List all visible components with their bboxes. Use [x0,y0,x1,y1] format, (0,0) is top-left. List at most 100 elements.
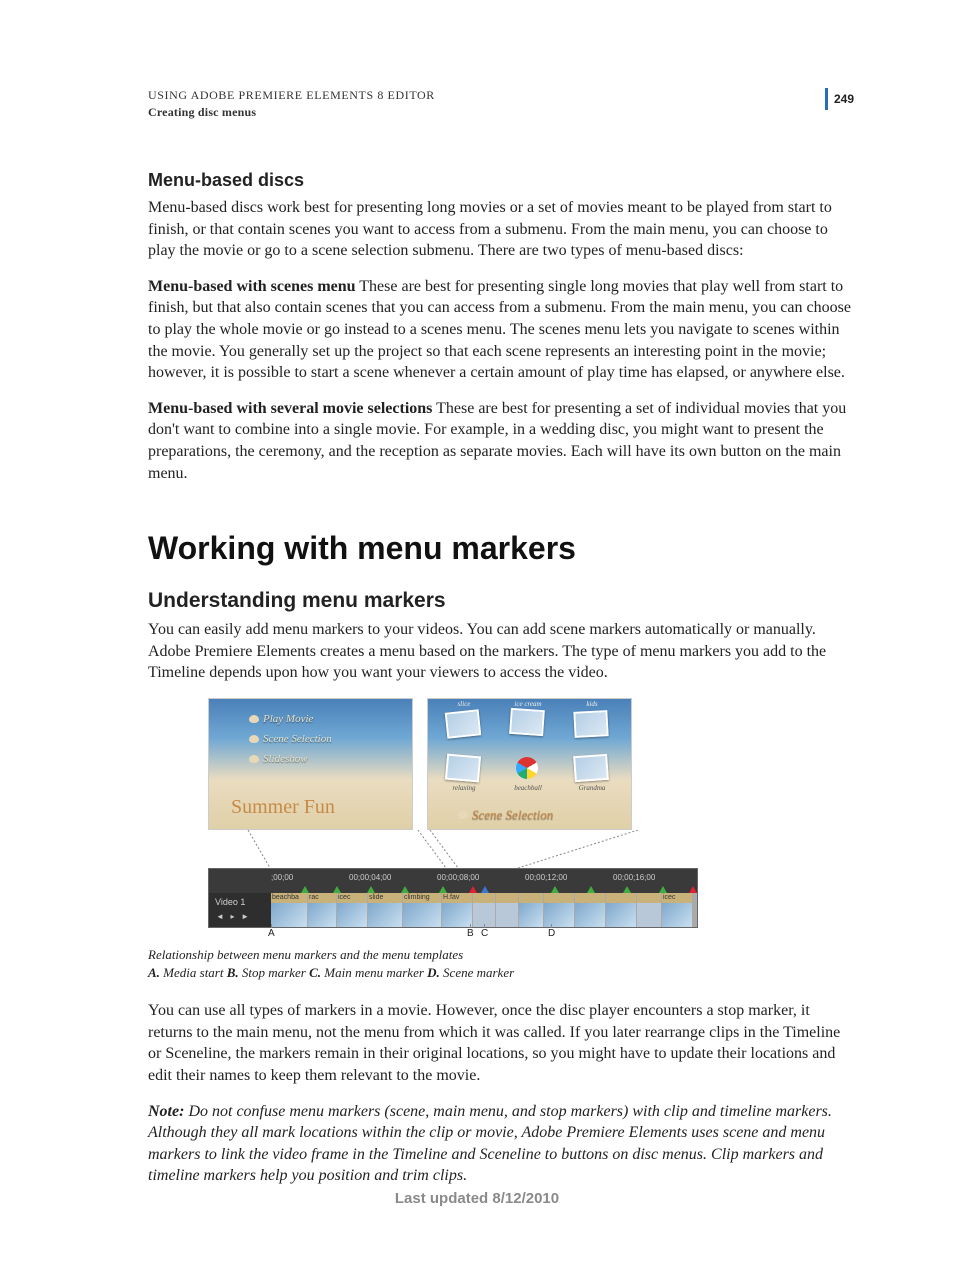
timecode-3: 00;00;12;00 [525,873,567,882]
clip [606,893,636,927]
main-menu-item-scene-selection: Scene Selection [249,733,332,745]
scene-thumb-6 [573,754,609,782]
caption-C-label: C. [309,965,321,980]
caption-D-label: D. [427,965,440,980]
para-understanding-1: You can easily add menu markers to your … [148,619,854,684]
shell-icon [249,735,259,743]
page: USING ADOBE PREMIERE ELEMENTS 8 EDITOR C… [0,0,954,1261]
scene-marker-icon [301,886,309,893]
clip-label: beachba [271,893,307,903]
clip-label: rac [308,893,336,903]
track-label-text: Video 1 [215,897,267,907]
timecode-1: 00;00;04;00 [349,873,391,882]
clip-label [496,893,518,903]
main-menu-item-slideshow-label: Slideshow [263,753,308,765]
header-title: USING ADOBE PREMIERE ELEMENTS 8 EDITOR [148,88,435,103]
scene-thumb-4 [445,753,481,782]
clip-strip: beachba rac icec slide climbing H.fav [271,893,697,927]
heading-understanding-menu-markers: Understanding menu markers [148,589,854,613]
scene-thumb-3 [573,710,608,738]
next-frame-icon: ► [240,913,250,921]
figure-scene-menu: slice ice cream kids relaxing beachball … [427,698,632,830]
stop-marker-icon [689,886,697,893]
page-number: 249 [834,92,854,106]
figure-menu-markers: Play Movie Scene Selection Slideshow Sum… [148,698,854,982]
clip [496,893,518,927]
para-mbd-intro: Menu-based discs work best for presentin… [148,197,854,262]
stop-marker-icon [469,886,477,893]
timeline-tracks: Video 1 ◄ ▸ ► beachba rac icec slide cli… [209,893,697,927]
shell-icon [458,811,468,819]
caption-C-text: Main menu marker [321,965,427,980]
page-number-bar [825,88,828,110]
scene-marker-icon [439,886,447,893]
shell-icon [249,755,259,763]
timeline-ruler: ;00;00 00;00;04;00 00;00;08;00 00;00;12;… [209,869,697,893]
connector-lines-icon [208,830,698,868]
footer-last-updated: Last updated 8/12/2010 [0,1190,954,1207]
clip: rac [308,893,336,927]
scene-marker-icon [367,886,375,893]
main-menu-item-play: Play Movie [249,713,313,725]
para-understanding-2: You can use all types of markers in a mo… [148,1000,854,1086]
clip-label: icec [337,893,367,903]
figure-letter-row: A B C D [208,928,698,942]
main-menu-item-slideshow: Slideshow [249,753,308,765]
timecode-0: ;00;00 [271,873,293,882]
scene-thumb-4-label: relaxing [444,784,484,792]
scene-menu-title-label: Scene Selection [472,807,553,823]
figure-connectors [208,830,698,868]
scene-marker-icon [333,886,341,893]
main-menu-title: Summer Fun [231,796,335,819]
caption-A-text: Media start [160,965,227,980]
clip: beachba [271,893,307,927]
page-number-wrap: 249 [825,88,854,110]
clip-label: slide [368,893,402,903]
clip-label: climbing [403,893,441,903]
clip-label [519,893,543,903]
clip: slide [368,893,402,927]
figure-main-menu: Play Movie Scene Selection Slideshow Sum… [208,698,413,830]
clip: climbing [403,893,441,927]
heading-menu-based-discs: Menu-based discs [148,170,854,191]
caption-B-text: Stop marker [239,965,309,980]
scene-thumb-3-label: kids [572,700,612,708]
main-menu-item-play-label: Play Movie [263,713,313,725]
scene-thumb-5-label: beachball [508,784,548,792]
clip-label: H.fav [442,893,472,903]
figure-menus-row: Play Movie Scene Selection Slideshow Sum… [208,698,698,830]
caption-line1: Relationship between menu markers and th… [148,947,463,962]
clip-label [575,893,605,903]
scene-marker-icon [659,886,667,893]
scene-thumb-2 [509,708,545,736]
para-note: Note: Do not confuse menu markers (scene… [148,1101,854,1187]
header-left: USING ADOBE PREMIERE ELEMENTS 8 EDITOR C… [148,88,435,120]
clip [637,893,661,927]
clip-label [473,893,495,903]
scene-marker-icon [587,886,595,893]
note-text: Do not confuse menu markers (scene, main… [148,1103,832,1185]
timecode-2: 00;00;08;00 [437,873,479,882]
clip [519,893,543,927]
track-label: Video 1 ◄ ▸ ► [209,893,271,927]
scene-marker-icon [551,886,559,893]
scene-menu-title: Scene Selection [458,807,553,823]
figure-letter-C: C [481,928,488,939]
heading-working-with-menu-markers: Working with menu markers [148,530,854,567]
header-subtitle: Creating disc menus [148,105,435,120]
para-mbd-scenes: Menu-based with scenes menu These are be… [148,276,854,384]
note-label: Note: [148,1103,184,1120]
figure-timeline: ;00;00 00;00;04;00 00;00;08;00 00;00;12;… [208,868,698,928]
clip-label [544,893,574,903]
marker-row [271,885,697,893]
scene-marker-icon [623,886,631,893]
main-menu-item-scene-label: Scene Selection [263,733,332,745]
scene-marker-icon [401,886,409,893]
clip [544,893,574,927]
clip-label: icec [662,893,692,903]
prev-frame-icon: ◄ [215,913,225,921]
play-icon: ▸ [228,913,238,921]
label-several-movies: Menu-based with several movie selections [148,400,432,417]
figure-letter-D: D [548,928,555,939]
figure-caption: Relationship between menu markers and th… [148,946,854,982]
